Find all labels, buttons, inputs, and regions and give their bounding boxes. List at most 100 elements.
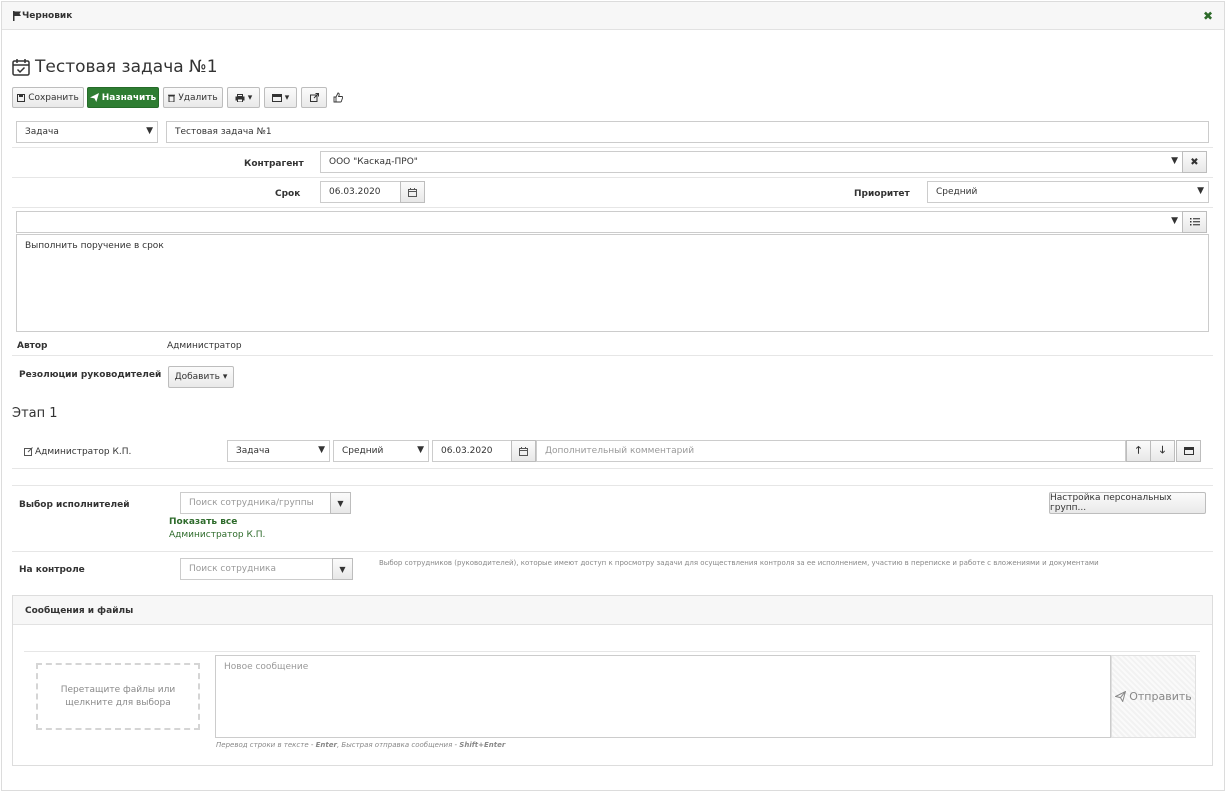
template-dropdown-button[interactable]: ▾ bbox=[264, 87, 297, 108]
flag-icon bbox=[13, 11, 21, 21]
control-description: Выбор сотрудников (руководителей), котор… bbox=[379, 559, 1099, 567]
description-textarea[interactable]: Выполнить поручение в срок bbox=[16, 234, 1209, 332]
divider bbox=[12, 551, 1213, 552]
messages-panel-header: Сообщения и файлы bbox=[13, 596, 1212, 625]
stage-comment-input[interactable]: Дополнительный комментарий bbox=[536, 440, 1126, 462]
stage-priority-select[interactable]: Средний ▼ bbox=[333, 440, 429, 462]
new-message-textarea[interactable]: Новое сообщение bbox=[215, 655, 1111, 738]
send-icon bbox=[89, 93, 99, 102]
control-search-input[interactable]: Поиск сотрудника bbox=[180, 558, 333, 580]
stage-calendar-button[interactable] bbox=[511, 440, 536, 462]
file-drop-zone[interactable]: Перетащите файлы или щелкните для выбора bbox=[36, 663, 200, 730]
close-icon: ✖ bbox=[1190, 156, 1199, 168]
add-resolution-label: Добавить bbox=[174, 372, 220, 382]
caret-down-icon: ▼ bbox=[1171, 216, 1178, 226]
delete-button-label: Удалить bbox=[178, 92, 218, 103]
counterparty-select[interactable]: ООО "Каскад-ПРО" ▼ bbox=[320, 151, 1183, 173]
arrow-up-icon: 🡑 bbox=[1135, 444, 1142, 456]
add-resolution-button[interactable]: Добавить ▾ bbox=[168, 366, 234, 388]
priority-select[interactable]: Средний ▼ bbox=[927, 181, 1209, 203]
open-external-button[interactable] bbox=[301, 87, 327, 108]
calendar-icon bbox=[408, 187, 417, 197]
assign-button-label: Назначить bbox=[101, 92, 157, 103]
chevron-down-icon: ▾ bbox=[284, 92, 290, 103]
print-dropdown-button[interactable]: ▾ bbox=[227, 87, 260, 108]
stage-type-select[interactable]: Задача ▼ bbox=[227, 440, 330, 462]
counterparty-label: Контрагент bbox=[244, 159, 304, 169]
caret-down-icon: ▼ bbox=[146, 126, 153, 136]
drop-line-1: Перетащите файлы или bbox=[60, 684, 176, 695]
chevron-down-icon: ▾ bbox=[222, 372, 228, 382]
edit-icon[interactable] bbox=[24, 447, 33, 456]
selected-executor[interactable]: Администратор К.П. bbox=[169, 530, 265, 540]
list-button[interactable] bbox=[1182, 211, 1207, 233]
task-name-value: Тестовая задача №1 bbox=[175, 127, 272, 137]
task-type-value: Задача bbox=[25, 127, 59, 137]
stage-comment-placeholder: Дополнительный комментарий bbox=[545, 446, 695, 456]
save-button[interactable]: Сохранить bbox=[12, 87, 84, 108]
card-icon bbox=[271, 93, 282, 102]
move-up-button[interactable]: 🡑 bbox=[1126, 440, 1151, 462]
executors-search-input[interactable]: Поиск сотрудника/группы bbox=[180, 492, 331, 514]
hint-enter: Enter bbox=[315, 741, 337, 749]
new-message-placeholder: Новое сообщение bbox=[224, 662, 309, 672]
paper-plane-icon bbox=[1115, 691, 1127, 702]
priority-value: Средний bbox=[936, 187, 978, 197]
control-dropdown-button[interactable]: ▼ bbox=[332, 558, 353, 580]
description-text: Выполнить поручение в срок bbox=[25, 241, 164, 251]
stage-card-button[interactable] bbox=[1176, 440, 1201, 462]
resolutions-label: Резолюции руководителей bbox=[19, 370, 162, 380]
due-date-input[interactable]: 06.03.2020 bbox=[320, 181, 401, 203]
description-template-select[interactable]: ▼ bbox=[16, 211, 1183, 233]
print-icon bbox=[235, 93, 245, 102]
divider bbox=[12, 468, 1213, 469]
control-search-placeholder: Поиск сотрудника bbox=[189, 564, 277, 574]
caret-down-icon: ▼ bbox=[417, 445, 424, 455]
delete-button[interactable]: Удалить bbox=[163, 87, 223, 108]
caret-down-icon: ▼ bbox=[318, 445, 325, 455]
page-title: Тестовая задача №1 bbox=[35, 57, 218, 77]
caret-down-icon: ▼ bbox=[339, 564, 346, 574]
author-value: Администратор bbox=[167, 341, 242, 351]
floppy-icon bbox=[17, 93, 26, 102]
counterparty-value: ООО "Каскад-ПРО" bbox=[329, 157, 418, 167]
stage-type-value: Задача bbox=[236, 446, 270, 456]
chevron-down-icon: ▾ bbox=[247, 92, 253, 103]
calendar-button[interactable] bbox=[400, 181, 425, 203]
list-icon bbox=[1189, 218, 1200, 226]
hint-prefix: Перевод строки в тексте - bbox=[216, 741, 316, 749]
executors-search-placeholder: Поиск сотрудника/группы bbox=[189, 498, 314, 508]
due-label: Срок bbox=[275, 189, 301, 199]
hint-middle: , Быстрая отправка сообщения - bbox=[336, 741, 460, 749]
task-name-input[interactable]: Тестовая задача №1 bbox=[166, 121, 1209, 143]
messages-header: Сообщения и файлы bbox=[25, 606, 134, 616]
thumbs-up-icon[interactable] bbox=[333, 92, 343, 103]
task-type-select[interactable]: Задача ▼ bbox=[16, 121, 158, 143]
personal-groups-button[interactable]: Настройка персональных групп... bbox=[1049, 492, 1206, 514]
control-label: На контроле bbox=[19, 565, 85, 575]
calendar-check-icon bbox=[12, 59, 30, 76]
calendar-icon bbox=[519, 446, 528, 456]
assign-button[interactable]: Назначить bbox=[87, 87, 159, 108]
move-down-button[interactable]: 🡓 bbox=[1150, 440, 1175, 462]
caret-down-icon: ▼ bbox=[1171, 156, 1178, 166]
window-titlebar: Черновик ✖ bbox=[2, 2, 1224, 30]
clear-counterparty-button[interactable]: ✖ bbox=[1182, 151, 1207, 173]
stage-priority-value: Средний bbox=[342, 446, 384, 456]
divider bbox=[12, 355, 1213, 356]
send-button[interactable]: Отправить bbox=[1111, 655, 1196, 738]
close-icon[interactable]: ✖ bbox=[1203, 9, 1213, 23]
show-all-link[interactable]: Показать все bbox=[169, 517, 237, 527]
card-icon bbox=[1183, 447, 1194, 455]
stage-date-input[interactable]: 06.03.2020 bbox=[432, 440, 512, 462]
personal-groups-label: Настройка персональных групп... bbox=[1050, 493, 1172, 513]
send-label: Отправить bbox=[1129, 690, 1192, 703]
trash-icon bbox=[168, 94, 176, 102]
executors-dropdown-button[interactable]: ▼ bbox=[330, 492, 351, 514]
divider bbox=[12, 485, 1213, 486]
divider bbox=[12, 147, 1213, 148]
window-title: Черновик bbox=[22, 11, 73, 21]
divider bbox=[12, 177, 1213, 178]
caret-down-icon: ▼ bbox=[337, 498, 344, 508]
caret-down-icon: ▼ bbox=[1197, 186, 1204, 196]
